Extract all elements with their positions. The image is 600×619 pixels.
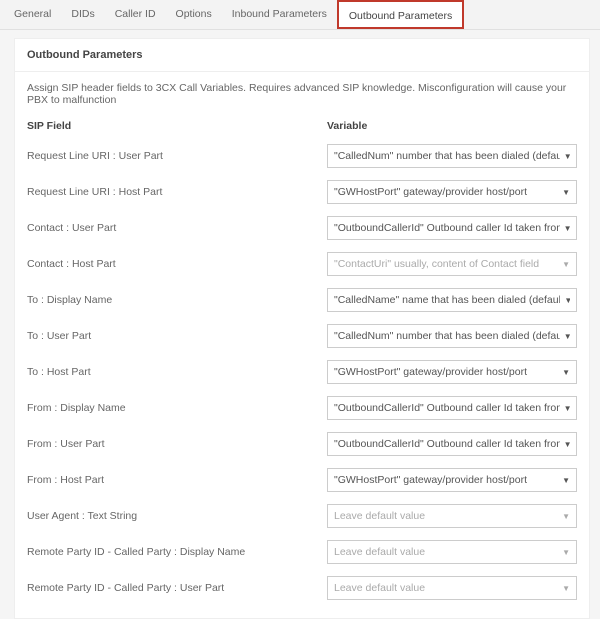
- chevron-down-icon: ▼: [564, 404, 570, 413]
- label-to-user: To : User Part: [27, 330, 327, 342]
- header-variable: Variable: [327, 120, 577, 132]
- label-to-host: To : Host Part: [27, 366, 327, 378]
- row-to-user: To : User Part "CalledNum" number that h…: [15, 318, 589, 354]
- select-request-line-user[interactable]: "CalledNum" number that has been dialed …: [327, 144, 577, 168]
- row-contact-user: Contact : User Part "OutboundCallerId" O…: [15, 210, 589, 246]
- select-value: "OutboundCallerId" Outbound caller Id ta…: [334, 402, 560, 414]
- header-sip-field: SIP Field: [27, 120, 327, 132]
- label-user-agent: User Agent : Text String: [27, 510, 327, 522]
- tab-bar: General DIDs Caller ID Options Inbound P…: [0, 0, 600, 30]
- tab-options[interactable]: Options: [166, 0, 222, 29]
- chevron-down-icon: ▼: [562, 260, 570, 269]
- row-from-display: From : Display Name "OutboundCallerId" O…: [15, 390, 589, 426]
- chevron-down-icon: ▼: [564, 332, 570, 341]
- label-from-host: From : Host Part: [27, 474, 327, 486]
- select-request-line-host[interactable]: "GWHostPort" gateway/provider host/port …: [327, 180, 577, 204]
- row-rpid-called-display: Remote Party ID - Called Party : Display…: [15, 534, 589, 570]
- select-rpid-called-user[interactable]: Leave default value ▼: [327, 576, 577, 600]
- row-to-display: To : Display Name "CalledName" name that…: [15, 282, 589, 318]
- select-rpid-called-display[interactable]: Leave default value ▼: [327, 540, 577, 564]
- select-value: "CalledNum" number that has been dialed …: [334, 330, 560, 342]
- label-contact-host: Contact : Host Part: [27, 258, 327, 270]
- label-contact-user: Contact : User Part: [27, 222, 327, 234]
- chevron-down-icon: ▼: [562, 548, 570, 557]
- chevron-down-icon: ▼: [564, 440, 570, 449]
- select-value: Leave default value: [334, 546, 425, 558]
- row-contact-host: Contact : Host Part "ContactUri" usually…: [15, 246, 589, 282]
- tab-callerid[interactable]: Caller ID: [105, 0, 166, 29]
- tab-general[interactable]: General: [4, 0, 61, 29]
- select-value: Leave default value: [334, 510, 425, 522]
- label-request-line-user: Request Line URI : User Part: [27, 150, 327, 162]
- chevron-down-icon: ▼: [562, 476, 570, 485]
- select-user-agent[interactable]: Leave default value ▼: [327, 504, 577, 528]
- select-value: "OutboundCallerId" Outbound caller Id ta…: [334, 222, 560, 234]
- label-to-display: To : Display Name: [27, 294, 327, 306]
- tab-dids[interactable]: DIDs: [61, 0, 104, 29]
- select-to-user[interactable]: "CalledNum" number that has been dialed …: [327, 324, 577, 348]
- row-from-host: From : Host Part "GWHostPort" gateway/pr…: [15, 462, 589, 498]
- select-value: "OutboundCallerId" Outbound caller Id ta…: [334, 438, 560, 450]
- chevron-down-icon: ▼: [562, 188, 570, 197]
- select-value: "CalledName" name that has been dialed (…: [334, 294, 560, 306]
- tab-inbound[interactable]: Inbound Parameters: [222, 0, 337, 29]
- select-value: "GWHostPort" gateway/provider host/port: [334, 186, 527, 198]
- chevron-down-icon: ▼: [562, 512, 570, 521]
- chevron-down-icon: ▼: [562, 368, 570, 377]
- row-request-line-host: Request Line URI : Host Part "GWHostPort…: [15, 174, 589, 210]
- tab-outbound[interactable]: Outbound Parameters: [337, 0, 464, 29]
- label-from-user: From : User Part: [27, 438, 327, 450]
- panel-title: Outbound Parameters: [15, 39, 589, 72]
- chevron-down-icon: ▼: [564, 296, 570, 305]
- row-user-agent: User Agent : Text String Leave default v…: [15, 498, 589, 534]
- row-request-line-user: Request Line URI : User Part "CalledNum"…: [15, 138, 589, 174]
- select-to-display[interactable]: "CalledName" name that has been dialed (…: [327, 288, 577, 312]
- label-rpid-called-user: Remote Party ID - Called Party : User Pa…: [27, 582, 327, 594]
- label-rpid-called-display: Remote Party ID - Called Party : Display…: [27, 546, 327, 558]
- label-request-line-host: Request Line URI : Host Part: [27, 186, 327, 198]
- panel-description: Assign SIP header fields to 3CX Call Var…: [15, 72, 589, 120]
- outbound-parameters-panel: Outbound Parameters Assign SIP header fi…: [14, 38, 590, 619]
- select-value: "GWHostPort" gateway/provider host/port: [334, 474, 527, 486]
- select-from-user[interactable]: "OutboundCallerId" Outbound caller Id ta…: [327, 432, 577, 456]
- row-from-user: From : User Part "OutboundCallerId" Outb…: [15, 426, 589, 462]
- select-value: "CalledNum" number that has been dialed …: [334, 150, 560, 162]
- select-contact-user[interactable]: "OutboundCallerId" Outbound caller Id ta…: [327, 216, 577, 240]
- chevron-down-icon: ▼: [564, 152, 570, 161]
- select-from-host[interactable]: "GWHostPort" gateway/provider host/port …: [327, 468, 577, 492]
- select-from-display[interactable]: "OutboundCallerId" Outbound caller Id ta…: [327, 396, 577, 420]
- select-value: "GWHostPort" gateway/provider host/port: [334, 366, 527, 378]
- select-to-host[interactable]: "GWHostPort" gateway/provider host/port …: [327, 360, 577, 384]
- chevron-down-icon: ▼: [562, 584, 570, 593]
- label-from-display: From : Display Name: [27, 402, 327, 414]
- column-headers: SIP Field Variable: [15, 120, 589, 138]
- row-rpid-called-user: Remote Party ID - Called Party : User Pa…: [15, 570, 589, 606]
- chevron-down-icon: ▼: [564, 224, 570, 233]
- select-value: Leave default value: [334, 582, 425, 594]
- select-contact-host[interactable]: "ContactUri" usually, content of Contact…: [327, 252, 577, 276]
- row-to-host: To : Host Part "GWHostPort" gateway/prov…: [15, 354, 589, 390]
- select-value: "ContactUri" usually, content of Contact…: [334, 258, 539, 270]
